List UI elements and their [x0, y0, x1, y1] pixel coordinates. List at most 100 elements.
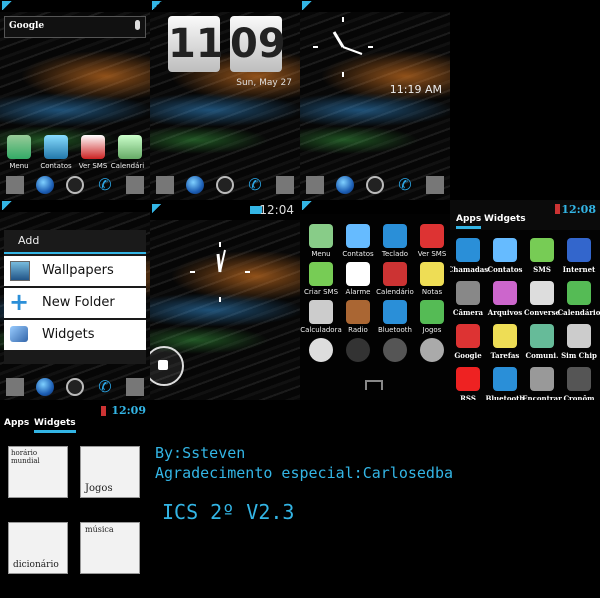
app-drawer-icon[interactable] [366, 176, 384, 194]
app-icon[interactable] [309, 300, 333, 324]
app-icon[interactable] [420, 300, 444, 324]
app-icon[interactable] [567, 281, 591, 305]
divider [156, 176, 174, 194]
app-drawer-icon[interactable] [66, 378, 84, 396]
add-menu-panel: Add Wallpapers + New Folder Widgets ✆ [0, 200, 150, 400]
divider [6, 378, 24, 396]
app-icon[interactable] [346, 262, 370, 286]
google-search-bar[interactable]: Google [4, 16, 146, 38]
app-icon[interactable] [309, 338, 333, 362]
status-time: 12:04 [259, 203, 294, 217]
phone-icon[interactable]: ✆ [246, 176, 264, 194]
app-label: Calendári [110, 162, 145, 170]
clock-minute-text: 09 [230, 21, 286, 67]
app-icon[interactable] [456, 281, 480, 305]
dock: ✆ [300, 170, 450, 200]
menu-item-label: Widgets [42, 327, 95, 342]
tab-apps[interactable]: Apps [456, 214, 482, 229]
phone-icon[interactable]: ✆ [96, 378, 114, 396]
contacts-app-icon[interactable] [44, 135, 68, 159]
phone-icon[interactable]: ✆ [396, 176, 414, 194]
app-icon[interactable] [420, 224, 444, 248]
menu-item-wallpapers[interactable]: Wallpapers [4, 256, 146, 286]
app-icon[interactable] [309, 262, 333, 286]
app-drawer-icon[interactable] [216, 176, 234, 194]
battery-icon [555, 204, 560, 214]
microphone-icon[interactable] [135, 20, 140, 30]
app-icon[interactable] [420, 338, 444, 362]
app-icon[interactable] [493, 238, 517, 262]
menu-app-icon[interactable] [7, 135, 31, 159]
browser-icon[interactable] [36, 378, 54, 396]
app-icon[interactable] [346, 338, 370, 362]
app-icon[interactable] [420, 262, 444, 286]
notification-icon [152, 1, 162, 10]
dock: ✆ [0, 170, 150, 200]
lock-icon [158, 360, 168, 370]
browser-icon[interactable] [186, 176, 204, 194]
app-icon[interactable] [530, 324, 554, 348]
app-icon[interactable] [456, 367, 480, 391]
tab-widgets[interactable]: Widgets [34, 418, 76, 433]
dialog-title: Add [18, 234, 40, 247]
tab-bar: Apps Widgets 12:09 [0, 400, 150, 433]
menu-item-widgets[interactable]: Widgets [4, 320, 146, 350]
wallpaper-icon [10, 261, 30, 281]
app-icon[interactable] [383, 338, 407, 362]
sms-app-icon[interactable] [81, 135, 105, 159]
app-icon[interactable] [309, 224, 333, 248]
app-icon[interactable] [567, 367, 591, 391]
plus-icon: + [9, 288, 30, 316]
menu-item-label: Wallpapers [42, 263, 114, 278]
analog-clock-panel: 11:19 AM ✆ [300, 0, 450, 200]
app-icon[interactable] [456, 324, 480, 348]
lock-time: 11:19 AM [389, 83, 442, 96]
widget-games[interactable]: Jogos [80, 446, 140, 498]
calendar-app-icon[interactable] [118, 135, 142, 159]
browser-icon[interactable] [36, 176, 54, 194]
tab-widgets[interactable]: Widgets [484, 214, 526, 226]
divider [276, 176, 294, 194]
divider [426, 176, 444, 194]
app-drawer-icon[interactable] [66, 176, 84, 194]
app-icon[interactable] [530, 281, 554, 305]
divider [6, 176, 24, 194]
widget-world-clock[interactable]: horário mundial [8, 446, 68, 498]
browser-icon[interactable] [336, 176, 354, 194]
widgets-icon [10, 326, 28, 342]
app-icon[interactable] [493, 367, 517, 391]
app-icon[interactable] [493, 324, 517, 348]
app-icon[interactable] [346, 300, 370, 324]
clock-hour-text: 11 [168, 21, 224, 67]
divider [306, 176, 324, 194]
phone-icon[interactable]: ✆ [96, 176, 114, 194]
home-button-icon[interactable] [365, 380, 383, 390]
app-icon[interactable] [456, 238, 480, 262]
app-icon[interactable] [383, 262, 407, 286]
app-icon[interactable] [493, 281, 517, 305]
analog-clock[interactable] [188, 240, 252, 304]
app-icon[interactable] [567, 324, 591, 348]
flip-clock-minute[interactable]: 09 [230, 16, 286, 72]
app-icon[interactable] [567, 238, 591, 262]
flip-clock-hour[interactable]: 11 [168, 16, 224, 72]
menu-item-new-folder[interactable]: + New Folder [4, 288, 146, 318]
app-icon[interactable] [383, 224, 407, 248]
status-bar [0, 200, 150, 212]
app-icon[interactable] [346, 224, 370, 248]
status-bar [300, 200, 450, 214]
title-divider [4, 252, 146, 254]
status-time: 12:08 [561, 203, 596, 216]
tab-apps[interactable]: Apps [4, 418, 29, 430]
app-icon[interactable] [530, 238, 554, 262]
widget-dictionary[interactable]: dicionário [8, 522, 68, 574]
widgets-tab-panel: Apps Widgets 12:09 horário mundial Jogos… [0, 400, 150, 598]
analog-clock[interactable] [310, 14, 376, 80]
app-icon[interactable] [530, 367, 554, 391]
status-bar [0, 0, 150, 12]
widget-music[interactable]: música [80, 522, 140, 574]
notification-icon [2, 201, 12, 210]
app-label: Calendário [557, 308, 600, 317]
app-icon[interactable] [383, 300, 407, 324]
battery-icon [101, 406, 106, 416]
